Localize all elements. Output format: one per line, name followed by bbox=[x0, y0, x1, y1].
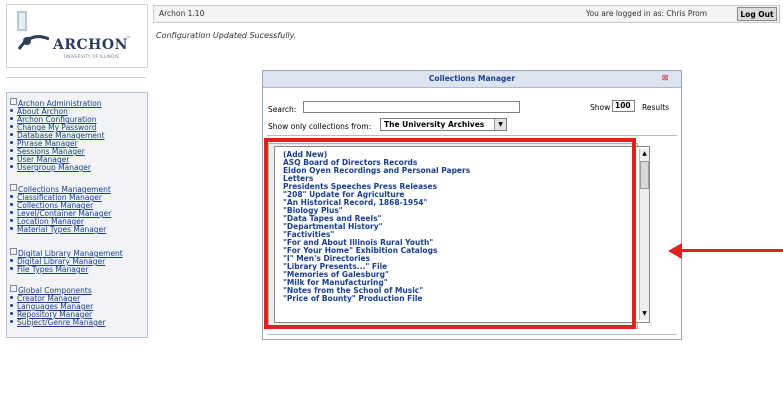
results-label: Results bbox=[642, 103, 670, 112]
repository-filter-select[interactable]: The University Archives ▼ bbox=[380, 118, 507, 131]
show-label: Show bbox=[590, 103, 611, 112]
bullet-icon bbox=[10, 195, 13, 198]
bullet-icon bbox=[10, 304, 13, 307]
dialog-divider bbox=[267, 135, 677, 136]
dialog-title-bar[interactable]: Collections Manager ⊠ bbox=[263, 71, 681, 88]
bullet-icon bbox=[10, 109, 13, 112]
bullet-icon bbox=[10, 141, 13, 144]
archon-logo[interactable]: ARCHON ™ UNIVERSITY OF ILLINOIS bbox=[6, 4, 148, 68]
chevron-down-icon[interactable]: ▼ bbox=[494, 119, 506, 130]
search-input[interactable] bbox=[303, 101, 520, 113]
collapse-box-icon bbox=[10, 184, 17, 191]
bullet-icon bbox=[10, 211, 13, 214]
annotation-arrow-shaft bbox=[681, 249, 783, 252]
annotation-highlight-box bbox=[264, 138, 636, 329]
bullet-icon bbox=[10, 267, 13, 270]
results-count-input[interactable]: 100 bbox=[612, 100, 635, 112]
bullet-icon bbox=[10, 227, 13, 230]
list-scrollbar[interactable]: ▲ ▼ bbox=[639, 149, 649, 320]
sidebar-item-usergroup-manager[interactable]: Usergroup Manager bbox=[10, 163, 91, 172]
collapse-box-icon bbox=[10, 285, 17, 292]
scroll-up-icon[interactable]: ▲ bbox=[640, 149, 649, 158]
app-version: Archon 1.10 bbox=[159, 9, 205, 18]
status-message: Configuration Updated Sucessfully. bbox=[156, 31, 297, 40]
bullet-icon bbox=[10, 157, 13, 160]
bullet-icon bbox=[10, 165, 13, 168]
scroll-down-icon[interactable]: ▼ bbox=[640, 309, 649, 318]
bullet-icon bbox=[10, 296, 13, 299]
bullet-icon bbox=[10, 149, 13, 152]
collapse-box-icon bbox=[10, 248, 17, 255]
admin-sidebar: Archon Administration About Archon Archo… bbox=[6, 92, 148, 338]
sidebar-divider bbox=[6, 77, 146, 78]
sidebar-item-subject-genre-manager[interactable]: Subject/Genre Manager bbox=[10, 318, 106, 327]
logo-text: ARCHON bbox=[53, 37, 128, 53]
bullet-icon bbox=[10, 203, 13, 206]
logo-subtext: UNIVERSITY OF ILLINOIS bbox=[64, 54, 120, 59]
sidebar-item-material-types-manager[interactable]: Material Types Manager bbox=[10, 225, 106, 234]
repository-filter-value: The University Archives bbox=[384, 120, 485, 129]
header-bar: Archon 1.10 You are logged in as: Chris … bbox=[153, 5, 780, 23]
sidebar-item-file-types-manager[interactable]: File Types Manager bbox=[10, 265, 88, 274]
logout-button[interactable]: Log Out bbox=[737, 7, 777, 21]
annotation-arrow-left-icon bbox=[668, 243, 682, 259]
archon-logo-figure-icon bbox=[17, 11, 49, 50]
search-label: Search: bbox=[268, 105, 297, 114]
bullet-icon bbox=[10, 125, 13, 128]
bullet-icon bbox=[10, 259, 13, 262]
bullet-icon bbox=[10, 320, 13, 323]
bullet-icon bbox=[10, 312, 13, 315]
filter-label: Show only collections from: bbox=[268, 122, 372, 131]
bullet-icon bbox=[10, 117, 13, 120]
bullet-icon bbox=[10, 133, 13, 136]
close-icon[interactable]: ⊠ bbox=[661, 74, 669, 82]
collapse-box-icon bbox=[10, 98, 17, 105]
dialog-title: Collections Manager bbox=[428, 74, 516, 83]
bullet-icon bbox=[10, 219, 13, 222]
dialog-footer-divider bbox=[267, 334, 677, 335]
logged-in-status: You are logged in as: Chris Prom bbox=[586, 9, 708, 18]
logo-trademark: ™ bbox=[126, 36, 131, 42]
scroll-thumb[interactable] bbox=[640, 161, 649, 189]
